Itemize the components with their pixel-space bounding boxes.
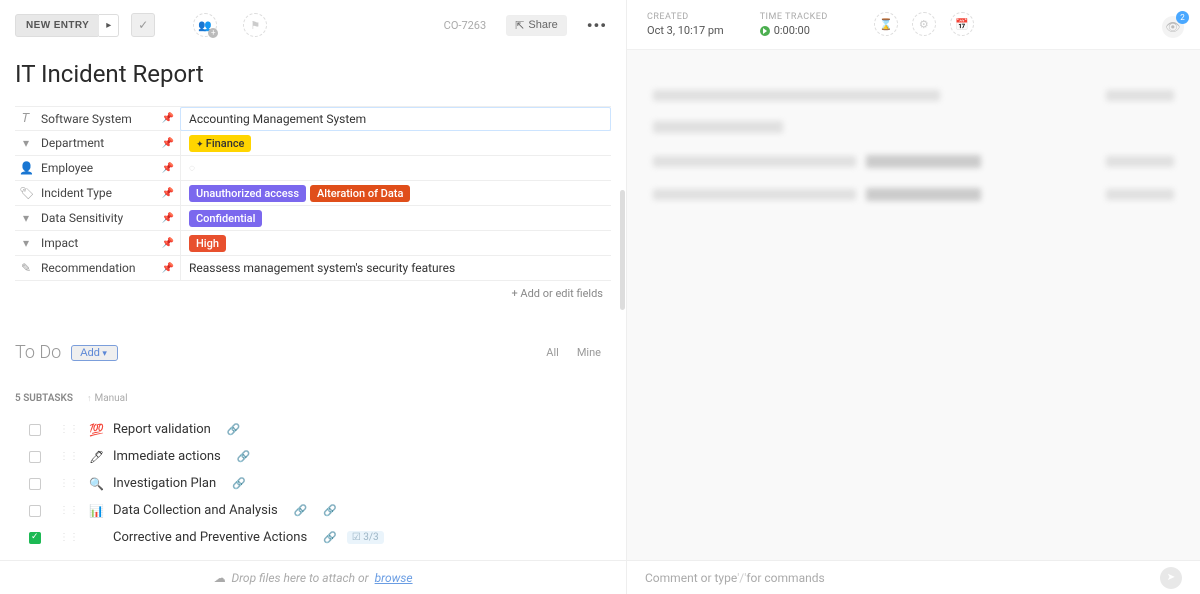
department-value[interactable]: Finance [180,131,611,155]
notification-count: 2 [1176,11,1189,24]
share-icon: ⇱ [515,19,524,32]
share-button[interactable]: ⇱ Share [506,15,567,36]
drag-handle-icon[interactable]: ⋮⋮ [59,478,79,489]
impact-value[interactable]: High [180,231,611,255]
comment-input[interactable]: Comment or type '/' for commands ➤ [627,561,1200,594]
field-impact: ▾ Impact 📌 High [15,231,611,256]
incident-type-value[interactable]: Unauthorized access Alteration of Data [180,181,611,205]
play-icon[interactable] [760,26,770,36]
subtask-row[interactable]: ⋮⋮ 📊 Data Collection and Analysis 🔗 🔗 [15,497,611,524]
field-software-system: 𝑇 Software System 📌 Accounting Managemen… [15,107,611,131]
subtask-title: Report validation [113,422,211,437]
filter-all[interactable]: All [546,346,559,359]
subtask-emoji: 💯 [89,423,103,437]
watchers-button[interactable]: 👁 2 [1162,16,1184,38]
activity-panel [627,50,1200,261]
sort-icon: ↑ [87,394,92,404]
pin-icon[interactable]: 📌 [162,213,174,224]
add-edit-fields-button[interactable]: + Add or edit fields [15,281,611,306]
add-subtask-button[interactable]: Add [71,345,118,361]
subtask-row[interactable]: ⋮⋮ 🔍 Investigation Plan 🔗 [15,470,611,497]
field-recommendation: ✎ Recommendation 📌 Reassess management s… [15,256,611,281]
pin-icon[interactable]: 📌 [162,263,174,274]
attachment-dropzone[interactable]: ☁ Drop files here to attach or browse [0,561,627,594]
pin-icon[interactable]: 📌 [162,188,174,199]
finance-tag: Finance [189,135,251,152]
subtask-row[interactable]: ⋮⋮ 🖊 Immediate actions 🔗 [15,443,611,470]
subtask-checkbox[interactable] [29,478,41,490]
dropdown-field-icon: ▾ [19,211,33,225]
drag-handle-icon[interactable]: ⋮⋮ [59,505,79,516]
text-field-icon: ✎ [19,261,33,275]
todo-heading: To Do [15,342,61,363]
complete-task-button[interactable]: ✓ [131,13,155,37]
new-entry-dropdown[interactable]: ▸ [99,14,119,37]
dropdown-field-icon: ▾ [19,236,33,250]
subtask-checkbox[interactable] [29,451,41,463]
employee-value[interactable]: ◌ [180,156,611,180]
subtask-row[interactable]: ⋮⋮ 💯 Report validation 🔗 [15,416,611,443]
link-icon[interactable]: 🔗 [323,504,337,517]
subtask-checkbox[interactable] [29,505,41,517]
text-field-icon: 𝑇 [19,111,33,126]
subtask-emoji: 📊 [89,504,103,518]
link-icon[interactable]: 🔗 [323,531,337,544]
pin-icon[interactable]: 📌 [162,238,174,249]
link-icon[interactable]: 🔗 [294,504,308,517]
assignee-add-icon[interactable]: 👥+ [193,13,217,37]
link-icon[interactable]: 🔗 [237,450,251,463]
subtasks-count: 5 SUBTASKS [15,393,73,404]
page-title[interactable]: IT Incident Report [15,60,611,88]
subtask-emoji: 🖊 [89,450,103,464]
drag-handle-icon[interactable]: ⋮⋮ [59,532,79,543]
subtask-checkbox[interactable] [29,532,41,544]
subtask-title: Data Collection and Analysis [113,503,278,518]
unauthorized-access-tag: Unauthorized access [189,185,306,202]
link-icon[interactable]: 🔗 [232,477,246,490]
field-incident-type: 🏷 Incident Type 📌 Unauthorized access Al… [15,181,611,206]
filter-mine[interactable]: Mine [577,346,601,359]
priority-flag-icon[interactable]: ⚑ [243,13,267,37]
subtask-row[interactable]: ⋮⋮ Corrective and Preventive Actions 🔗 ☑ 3/… [15,524,611,551]
pin-icon[interactable]: 📌 [162,113,174,124]
checklist-progress-badge: ☑ 3/3 [347,531,384,544]
subtask-title: Immediate actions [113,449,221,464]
created-meta: CREATED Oct 3, 10:17 pm [647,12,724,37]
field-department: ▾ Department 📌 Finance [15,131,611,156]
loading-icon: ◌ [189,163,195,174]
drag-handle-icon[interactable]: ⋮⋮ [59,424,79,435]
alteration-of-data-tag: Alteration of Data [310,185,410,202]
dropdown-field-icon: ▾ [19,136,33,150]
new-entry-button[interactable]: NEW ENTRY [15,14,100,37]
pin-icon[interactable]: 📌 [162,138,174,149]
field-employee: 👤 Employee 📌 ◌ [15,156,611,181]
tag-field-icon: 🏷 [19,186,33,200]
subtask-title: Corrective and Preventive Actions [113,530,307,545]
software-system-input[interactable]: Accounting Management System [180,107,611,131]
subtask-emoji: 🔍 [89,477,103,491]
person-field-icon: 👤 [19,161,33,175]
more-menu-icon[interactable]: ••• [587,16,607,35]
settings-icon[interactable]: ⚙ [912,12,936,36]
time-tracked-meta: TIME TRACKED 0:00:00 [760,12,828,37]
custom-fields: 𝑇 Software System 📌 Accounting Managemen… [15,106,611,306]
data-sensitivity-value[interactable]: Confidential [180,206,611,230]
high-tag: High [189,235,226,252]
link-icon[interactable]: 🔗 [227,423,241,436]
sort-button[interactable]: ↑Manual [87,393,128,404]
recommendation-input[interactable]: Reassess management system's security fe… [180,256,611,280]
hourglass-icon[interactable]: ⌛ [874,12,898,36]
drag-handle-icon[interactable]: ⋮⋮ [59,451,79,462]
cloud-upload-icon: ☁ [213,571,225,585]
subtask-title: Investigation Plan [113,476,216,491]
send-icon[interactable]: ➤ [1160,567,1182,589]
subtask-checkbox[interactable] [29,424,41,436]
confidential-tag: Confidential [189,210,262,227]
pin-icon[interactable]: 📌 [162,163,174,174]
browse-link[interactable]: browse [375,571,413,585]
task-id: CO-7263 [444,19,487,32]
field-data-sensitivity: ▾ Data Sensitivity 📌 Confidential [15,206,611,231]
scrollbar[interactable] [620,190,625,470]
calendar-icon[interactable]: 📅 [950,12,974,36]
